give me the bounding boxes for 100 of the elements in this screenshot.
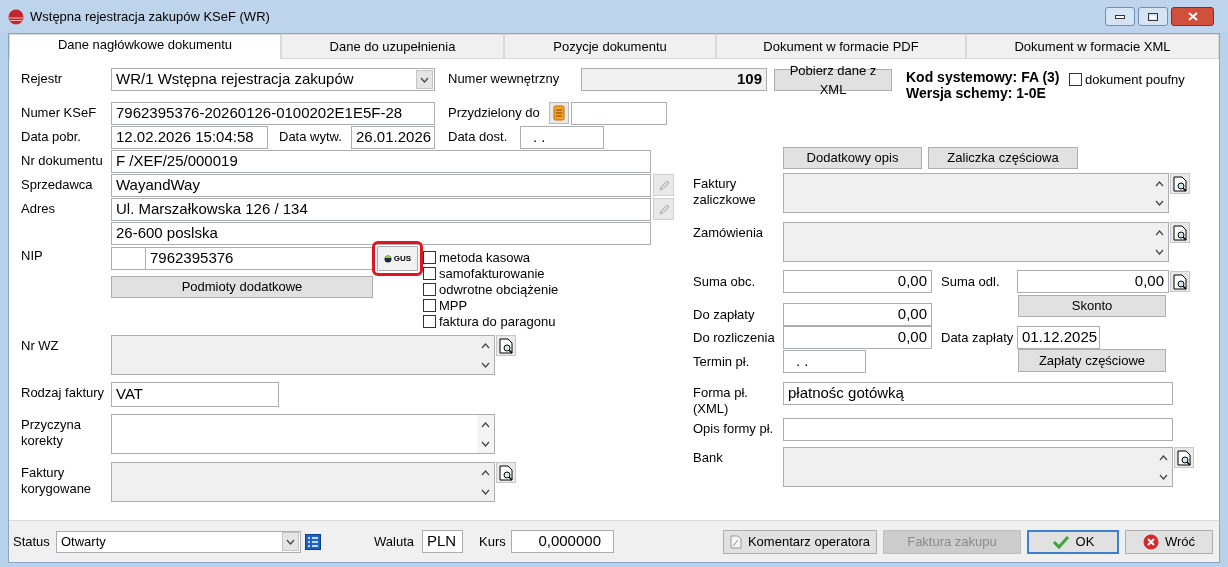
scroll-down-icon: [481, 488, 490, 495]
text-field[interactable]: 26-600 poslska: [111, 222, 651, 245]
lookup-button[interactable]: [1170, 173, 1190, 194]
field-label: Przydzielony do: [448, 105, 541, 121]
text-field[interactable]: 26.01.2026: [351, 125, 435, 149]
field-label: Data zapłaty: [941, 329, 1015, 346]
field-label: Numer KSeF: [21, 105, 98, 121]
dropdown-value: Otwarty: [61, 532, 106, 551]
memo-field[interactable]: [111, 414, 495, 454]
field-label: Rejestr: [21, 71, 64, 87]
schema-version-text: Wersja schemy: 1-0E: [906, 85, 1047, 101]
checkbox[interactable]: [423, 266, 436, 280]
field-label: Rodzaj faktury: [21, 385, 106, 401]
window-title: Wstępna rejestracja zakupów KSeF (WR): [30, 7, 271, 26]
checkbox-label: MPP: [439, 297, 468, 313]
checkbox[interactable]: [1069, 73, 1082, 86]
button[interactable]: Zaliczka częściowa: [928, 147, 1078, 169]
notebook-icon: [553, 105, 565, 121]
text-field[interactable]: 0,00: [783, 303, 932, 326]
lookup-button[interactable]: [1170, 271, 1190, 292]
document-magnifier-icon: [1177, 449, 1191, 466]
text-field[interactable]: Ul. Marszałkowska 126 / 134: [111, 198, 651, 221]
field-label: Bank: [693, 450, 724, 466]
scroll-up-icon: [1159, 454, 1168, 461]
button[interactable]: Podmioty dodatkowe: [111, 276, 373, 298]
minimize-button[interactable]: [1105, 7, 1135, 26]
checkbox-label: dokument poufny: [1085, 72, 1185, 87]
field-label: Kurs: [479, 533, 507, 550]
text-field[interactable]: . .: [783, 350, 866, 373]
field-label: Termin pł.: [693, 353, 751, 370]
text-field[interactable]: 0,00: [783, 326, 932, 349]
text-field[interactable]: 0,00: [783, 270, 932, 293]
close-icon: [1142, 533, 1159, 550]
document-magnifier-icon: [1173, 224, 1187, 241]
text-field[interactable]: . .: [520, 125, 604, 149]
checkbox[interactable]: [423, 314, 436, 328]
checkbox[interactable]: [423, 250, 436, 264]
field-label: Przyczyna korekty: [21, 417, 82, 449]
button[interactable]: Skonto: [1018, 295, 1166, 317]
text-field[interactable]: płatnośc gotówką: [783, 382, 1173, 405]
text-field[interactable]: F /XEF/25/000019: [111, 150, 651, 173]
field-label: Nr dokumentu: [21, 153, 104, 169]
close-button[interactable]: [1171, 7, 1214, 26]
close-icon: [1187, 12, 1198, 21]
tab[interactable]: Dane do uzupełnienia: [281, 34, 504, 59]
button[interactable]: OK: [1027, 529, 1119, 554]
lookup-button[interactable]: [496, 335, 516, 356]
text-field[interactable]: 0,000000: [511, 530, 614, 553]
dropdown[interactable]: Otwarty: [56, 530, 301, 553]
scroll-up-icon: [1155, 180, 1164, 187]
button[interactable]: Zapłaty częściowe: [1018, 349, 1166, 372]
logo-dot-icon: [383, 254, 392, 263]
field-label: Sprzedawca: [21, 177, 94, 193]
text-field[interactable]: [571, 101, 667, 125]
tab[interactable]: Dane nagłówkowe dokumentu: [9, 34, 281, 59]
scroll-down-icon: [1155, 248, 1164, 255]
field-label: Suma odl.: [941, 273, 1001, 290]
chevron-down-icon: [420, 76, 429, 83]
scroll-down-icon: [481, 361, 490, 368]
field-label: Do rozliczenia: [693, 329, 776, 346]
field-label: Forma pł.(XML): [693, 385, 749, 417]
text-field[interactable]: VAT: [111, 382, 279, 407]
text-field[interactable]: 109: [581, 68, 767, 91]
text-field[interactable]: 7962395376: [146, 247, 373, 270]
tab[interactable]: Dokument w formacie PDF: [716, 34, 966, 59]
lookup-button[interactable]: [496, 462, 516, 483]
maximize-button[interactable]: [1138, 7, 1168, 26]
lookup-button[interactable]: [1170, 222, 1190, 243]
field-label: NIP: [21, 248, 44, 264]
button[interactable]: Wróć: [1125, 529, 1213, 554]
checkbox-label: metoda kasowa: [439, 249, 531, 265]
text-field[interactable]: WayandWay: [111, 174, 651, 197]
field-label: Zamówienia: [693, 225, 765, 241]
text-field[interactable]: PLN: [422, 530, 463, 553]
field-label: Waluta: [374, 533, 415, 550]
document-magnifier-icon: [499, 337, 513, 354]
text-field[interactable]: 7962395376-20260126-0100202E1E5F-28: [111, 101, 435, 125]
scroll-down-icon: [1155, 199, 1164, 206]
text-field[interactable]: 12.02.2026 15:04:58: [111, 125, 268, 149]
assign-button[interactable]: [549, 102, 569, 124]
checkbox[interactable]: [423, 282, 436, 296]
text-field[interactable]: [111, 247, 146, 270]
pencil-icon: [657, 179, 670, 191]
system-code-text: Kod systemowy: FA (3): [906, 69, 1061, 85]
button[interactable]: Dodatkowy opis: [783, 147, 922, 169]
checkbox-label: faktura do paragonu: [439, 313, 556, 329]
checkbox[interactable]: [423, 298, 436, 312]
dropdown[interactable]: WR/1 Wstępna rejestracja zakupów: [111, 68, 435, 91]
checkbox-label: odwrotne obciążenie: [439, 281, 559, 297]
tab[interactable]: Pozycje dokumentu: [504, 34, 716, 59]
text-field[interactable]: 0,00: [1017, 270, 1169, 293]
button[interactable]: Komentarz operatora: [723, 529, 877, 554]
dropdown-value: WR/1 Wstępna rejestracja zakupów: [116, 69, 354, 90]
document-magnifier-icon: [1173, 273, 1187, 290]
tab[interactable]: Dokument w formacie XML: [966, 34, 1219, 59]
lookup-button[interactable]: [1174, 447, 1194, 468]
list-button[interactable]: [304, 532, 322, 551]
text-field[interactable]: 01.12.2025: [1017, 326, 1100, 349]
scroll-up-icon: [481, 469, 490, 476]
text-field[interactable]: [783, 418, 1173, 441]
